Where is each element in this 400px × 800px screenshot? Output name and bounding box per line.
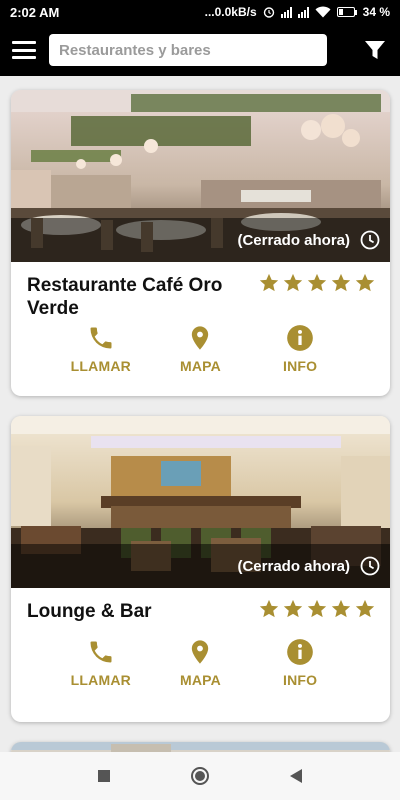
battery-icon [336, 7, 357, 17]
info-button[interactable]: INFO [260, 324, 340, 374]
app-bar [0, 24, 400, 76]
call-label: LLAMAR [70, 672, 131, 688]
card-header: Restaurante Café Oro Verde [11, 262, 390, 324]
menu-icon[interactable] [12, 41, 36, 59]
status-bar: 2:02 AM ...0.0kB/s 34 % [0, 0, 400, 24]
star-rating [258, 598, 376, 620]
star-icon [283, 273, 303, 292]
square-icon[interactable] [92, 764, 116, 788]
status-overlay: (Cerrado ahora) [11, 218, 390, 262]
star-icon [355, 599, 375, 618]
map-pin-icon [192, 326, 209, 350]
system-nav-bar [0, 752, 400, 800]
search-input[interactable] [49, 34, 327, 66]
star-icon [259, 273, 279, 292]
star-icon [283, 599, 303, 618]
info-label: INFO [283, 358, 318, 374]
map-label: MAPA [179, 358, 221, 374]
status-overlay: (Cerrado ahora) [11, 544, 390, 588]
star-icon [307, 599, 327, 618]
info-label: INFO [283, 672, 318, 688]
status-indicators: ...0.0kB/s 34 % [205, 5, 390, 19]
star-icon [331, 599, 351, 618]
info-icon [287, 325, 313, 351]
map-button[interactable]: MAPA [160, 324, 240, 374]
phone-icon [90, 327, 112, 349]
map-label: MAPA [179, 672, 221, 688]
star-icon [307, 273, 327, 292]
restaurant-card[interactable] [11, 742, 390, 752]
card-header: Lounge & Bar [11, 588, 390, 650]
status-time: 2:02 AM [10, 4, 60, 20]
battery-percent: 34 % [362, 5, 390, 19]
open-status: (Cerrado ahora) [237, 231, 350, 249]
restaurant-list[interactable]: (Cerrado ahora) Restaurante Café Oro Ver… [0, 76, 400, 752]
restaurant-name: Restaurante Café Oro Verde [27, 275, 223, 319]
triangle-back-icon[interactable] [284, 764, 308, 788]
restaurant-card[interactable]: (Cerrado ahora) Restaurante Café Oro Ver… [11, 90, 390, 396]
wifi-icon [315, 6, 331, 18]
circle-icon[interactable] [188, 764, 212, 788]
star-icon [331, 273, 351, 292]
restaurant-name: Lounge & Bar [27, 601, 152, 622]
open-status: (Cerrado ahora) [237, 557, 350, 575]
restaurant-photo[interactable]: (Cerrado ahora) [11, 90, 390, 262]
restaurant-photo[interactable]: (Cerrado ahora) [11, 416, 390, 588]
call-button[interactable]: LLAMAR [61, 324, 141, 374]
alarm-icon [263, 7, 274, 18]
card-actions: LLAMAR MAPA INFO [11, 324, 390, 374]
star-rating [258, 272, 376, 294]
signal-icon-1 [280, 6, 292, 18]
clock-icon [360, 230, 380, 250]
restaurant-card[interactable]: (Cerrado ahora) Lounge & Bar LLAMAR MAPA… [11, 416, 390, 722]
restaurant-photo[interactable] [11, 742, 390, 752]
network-speed: ...0.0kB/s [204, 5, 257, 19]
signal-icon-2 [297, 6, 309, 18]
call-label: LLAMAR [70, 358, 131, 374]
filter-icon[interactable] [362, 37, 388, 63]
star-icon [259, 599, 279, 618]
clock-icon [360, 556, 380, 576]
star-icon [355, 273, 375, 292]
